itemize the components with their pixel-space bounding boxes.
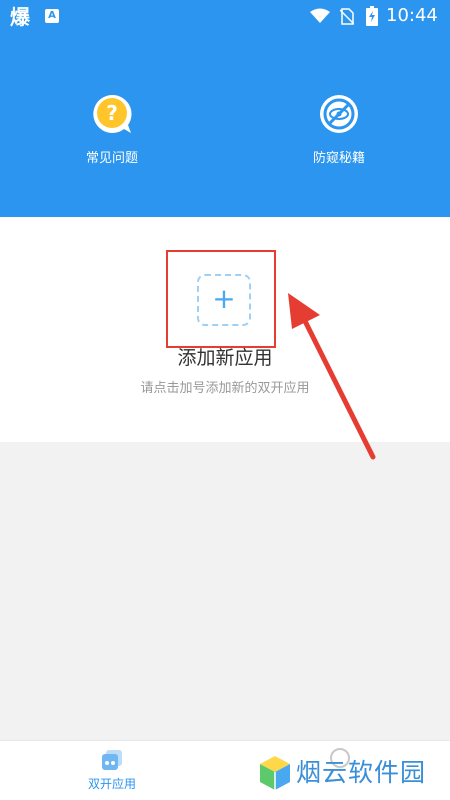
watermark-text: 烟云软件园 — [296, 758, 427, 787]
tab-dual-apps[interactable]: 双开应用 — [52, 741, 172, 800]
watermark: 烟云软件园 — [258, 752, 448, 796]
faq-button[interactable]: ? 常见问题 — [52, 93, 172, 167]
cube-logo-icon — [260, 756, 290, 790]
annotation-arrow — [288, 293, 376, 460]
wifi-icon — [310, 8, 330, 23]
a-notification-icon: A — [45, 9, 59, 23]
status-bar: 爆 A 10:44 — [0, 0, 450, 34]
add-app-button[interactable]: + — [197, 274, 251, 326]
anti-peek-guide-button[interactable]: 防窥秘籍 — [279, 93, 399, 167]
dual-apps-icon — [102, 750, 122, 770]
app-notification-icon: 爆 — [10, 5, 30, 29]
question-bubble-icon: ? — [93, 94, 132, 133]
faq-label: 常见问题 — [85, 151, 138, 166]
anti-peek-guide-label: 防窥秘籍 — [312, 151, 365, 166]
no-eye-icon — [320, 95, 358, 133]
no-sim-icon — [340, 8, 354, 25]
header-panel: 爆 A 10:44 ? 常见问题 防窥秘籍 — [0, 0, 450, 217]
tab-dual-apps-label: 双开应用 — [87, 777, 136, 791]
svg-text:?: ? — [106, 101, 118, 125]
status-time: 10:44 — [386, 5, 438, 26]
battery-charging-icon — [366, 6, 378, 26]
